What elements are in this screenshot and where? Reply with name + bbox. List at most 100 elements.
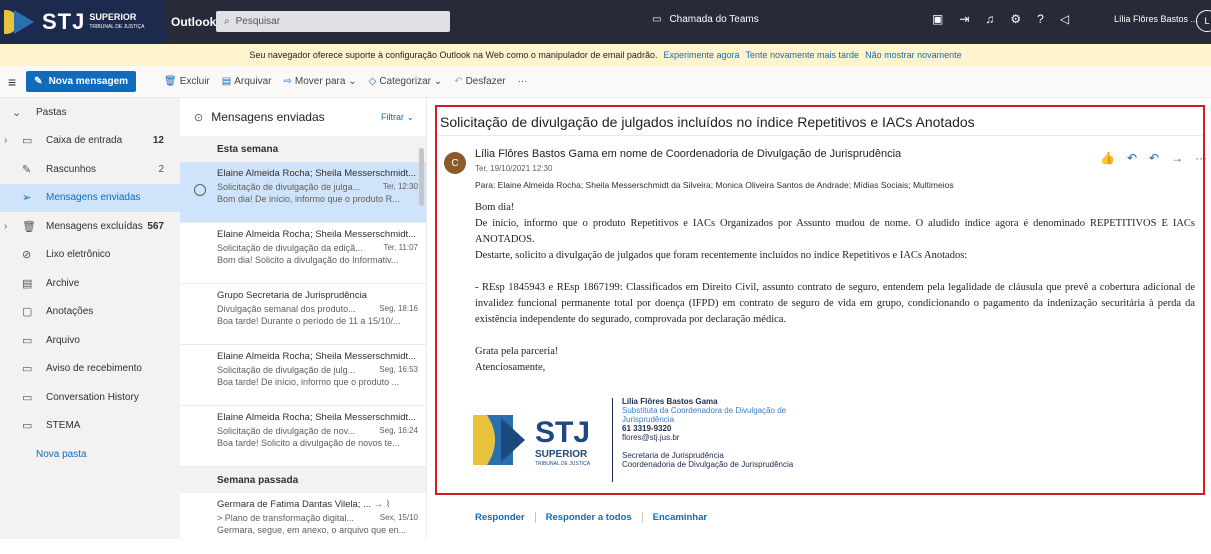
msg-date: Ter, 11:07 — [383, 243, 418, 252]
search-icon: ⌕ — [224, 16, 230, 27]
logo-sub-line1: SUPERIOR — [89, 12, 137, 22]
teams-label: Chamada do Teams — [669, 14, 759, 25]
undo-button[interactable]: ↶ Desfazer — [454, 76, 505, 87]
sidebar-item-label: STEMA — [46, 420, 81, 432]
sidebar-item-label: Anotações — [46, 306, 94, 318]
list-item[interactable]: Elaine Almeida Rocha; Sheila Messerschmi… — [180, 162, 426, 223]
undo-label: Desfazer — [465, 76, 506, 87]
body-closing: Grata pela parceria! — [475, 346, 559, 357]
sender-avatar[interactable]: C — [444, 152, 466, 174]
msg-sender: Grupo Secretaria de Jurisprudência — [217, 290, 367, 301]
bell-icon[interactable]: ♫ — [985, 12, 994, 26]
list-item[interactable]: Elaine Almeida Rocha; Sheila Messerschmi… — [180, 223, 426, 284]
msg-preview: Boa tarde! De início, informo que o prod… — [217, 377, 400, 387]
stj-logo[interactable]: STJ SUPERIOR TRIBUNAL DE JUSTIÇA — [0, 0, 165, 44]
banner-try-link[interactable]: Experimente agora — [663, 50, 739, 60]
banner-retry-link[interactable]: Tente novamente mais tarde — [746, 50, 860, 60]
move-label: Mover para — [294, 76, 346, 87]
folders-header[interactable]: ⌄ Pastas — [0, 98, 180, 127]
todo-icon[interactable]: ⇥ — [959, 12, 969, 26]
chevron-right-icon: › — [4, 135, 8, 147]
sidebar-item-sent[interactable]: ➢ Mensagens enviadas — [0, 183, 180, 212]
reply-all-button[interactable]: Responder a todos — [534, 512, 642, 523]
chevron-right-icon: › — [4, 220, 8, 232]
archive-icon: ▤ — [221, 76, 232, 87]
sidebar-item-label: Aviso de recebimento — [46, 363, 142, 375]
help-icon[interactable]: ? — [1037, 12, 1044, 26]
categorize-button[interactable]: ◇ Categorizar ⌄ — [369, 76, 443, 87]
list-item[interactable]: Elaine Almeida Rocha; Sheila Messerschmi… — [180, 406, 426, 467]
msg-sender: Elaine Almeida Rocha; Sheila Messerschmi… — [217, 412, 417, 423]
reply-button[interactable]: Responder — [475, 512, 535, 523]
sig-dept: Secretaria de Jurisprudência — [622, 451, 724, 460]
forward-button[interactable]: Encaminhar — [641, 512, 717, 523]
body-closing: Atenciosamente, — [475, 362, 546, 373]
signature-divider — [612, 398, 613, 482]
sidebar-item-inbox[interactable]: › ▭ Caixa de entrada 12 — [0, 127, 180, 156]
sidebar-item-notes[interactable]: ▢ Anotações — [0, 298, 180, 327]
forward-icon[interactable]: → — [1171, 151, 1183, 165]
list-item[interactable]: Grupo Secretaria de Jurisprudência Divulg… — [180, 284, 426, 345]
menu-icon[interactable]: ≡ — [8, 74, 16, 90]
filter-button[interactable]: Filtrar ⌄ — [381, 112, 414, 123]
email-from[interactable]: Lília Flôres Bastos Gama em nome de Coor… — [475, 148, 901, 160]
new-message-label: Nova mensagem — [48, 76, 129, 87]
app-name[interactable]: Outlook — [171, 15, 216, 29]
list-item[interactable]: Germara de Fatima Dantas Vilela; ... → ⌇… — [180, 493, 426, 554]
msg-date: Ter, 12:30 — [382, 182, 418, 191]
move-button[interactable]: ⇨ Mover para ⌄ — [283, 76, 356, 87]
sidebar-item-receipts[interactable]: ▭ Aviso de recebimento — [0, 355, 180, 384]
more-icon[interactable]: ··· — [1195, 151, 1207, 165]
archive-button[interactable]: ▤ Arquivar — [222, 76, 272, 87]
sig-phone: 61 3319-9320 — [622, 424, 672, 433]
scrollbar[interactable] — [419, 148, 424, 206]
email-body: Bom dia! De início, informo que o produt… — [475, 200, 1195, 376]
sidebar-item-archive[interactable]: ▤ Archive — [0, 269, 180, 298]
reply-icon[interactable]: ↶ — [1127, 151, 1137, 165]
banner-never-link[interactable]: Não mostrar novamente — [865, 50, 962, 60]
sidebar-item-label: Archive — [46, 277, 80, 289]
like-icon[interactable]: 👍 — [1100, 151, 1115, 165]
svg-text:SUPERIOR: SUPERIOR — [535, 449, 588, 460]
inbox-icon: ▭ — [22, 135, 33, 148]
more-icon[interactable]: ··· — [518, 76, 528, 87]
divider — [437, 135, 1203, 136]
sidebar-item-deleted[interactable]: › 🗑 Mensagens excluídas 567 — [0, 212, 180, 241]
send-icon: ➢ — [22, 192, 32, 205]
delete-button[interactable]: 🗑 Excluir — [164, 76, 210, 87]
select-radio[interactable] — [194, 184, 206, 196]
body-paragraph: - REsp 1845943 e REsp 1867199: Classific… — [475, 282, 1195, 325]
msg-date: Seg, 16:24 — [379, 426, 418, 435]
onenote-icon[interactable]: ▣ — [932, 12, 943, 26]
delete-label: Excluir — [179, 76, 210, 87]
msg-preview: Boa tarde! Durante o período de 11 a 15/… — [217, 316, 401, 326]
stj-logo-mark — [4, 8, 38, 36]
new-message-button[interactable]: ✎ Nova mensagem — [26, 71, 137, 92]
undo-icon: ↶ — [454, 76, 463, 87]
feedback-icon[interactable]: ◁ — [1060, 12, 1069, 26]
attachment-icon: ⌇ — [385, 499, 391, 510]
sidebar-item-drafts[interactable]: ✎ Rascunhos 2 — [0, 155, 180, 184]
group-header[interactable]: Semana passada — [180, 467, 426, 493]
search-input[interactable]: ⌕ Pesquisar — [216, 11, 450, 32]
list-item[interactable]: Elaine Almeida Rocha; Sheila Messerschmi… — [180, 345, 426, 406]
sidebar-item-junk[interactable]: ⊘ Lixo eletrônico — [0, 241, 180, 270]
sig-email[interactable]: flores@stj.jus.br — [622, 433, 802, 442]
new-folder-link[interactable]: Nova pasta — [0, 440, 180, 469]
avatar[interactable]: L — [1196, 10, 1211, 32]
gear-icon[interactable]: ⚙ — [1010, 12, 1021, 26]
sidebar-item-conversation-history[interactable]: ▭ Conversation History — [0, 383, 180, 412]
user-name[interactable]: Lília Flôres Bastos ... — [1114, 14, 1198, 24]
archive-icon: ▤ — [22, 277, 33, 290]
sidebar-item-arquivo[interactable]: ▭ Arquivo — [0, 326, 180, 355]
archive-label: Arquivar — [234, 76, 272, 87]
select-all-icon[interactable]: ⊙ — [194, 111, 203, 124]
teams-call-button[interactable]: ▭ Chamada do Teams — [652, 14, 759, 25]
sidebar-item-stema[interactable]: ▭ STEMA — [0, 412, 180, 441]
reply-all-icon[interactable]: ↶ — [1149, 151, 1159, 165]
msg-subject: Solicitação de divulgação da ediçã... — [217, 243, 363, 253]
stj-signature-logo: STJ SUPERIOR TRIBUNAL DE JUSTIÇA — [473, 415, 591, 467]
drafts-count: 2 — [158, 163, 164, 175]
message-list: ⊙ Mensagens enviadas Filtrar ⌄ Esta sema… — [180, 98, 427, 539]
group-header[interactable]: Esta semana — [180, 136, 426, 162]
